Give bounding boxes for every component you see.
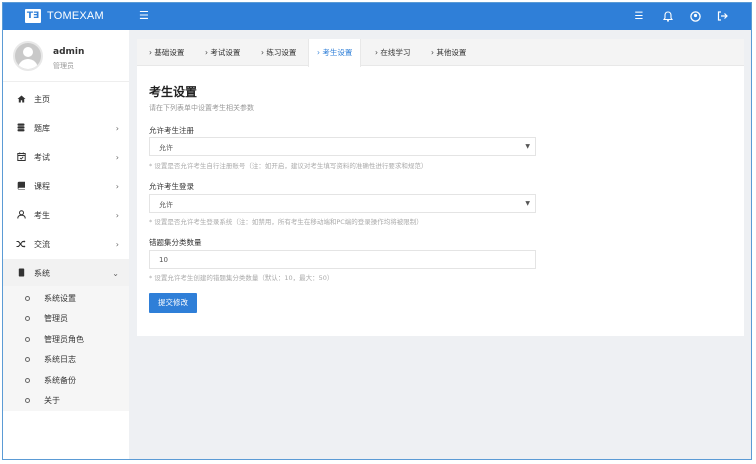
menu-icon[interactable]: ☰ (139, 10, 151, 22)
sidebar-subitem-label: 系统备份 (44, 376, 76, 385)
sidebar-item-home[interactable]: 主页 (3, 85, 129, 114)
sidebar-item-label: 主页 (34, 95, 50, 104)
circle-icon (25, 378, 30, 383)
sidebar-subitem-system-settings[interactable]: 系统设置 (3, 288, 129, 309)
page-title: 考生设置 (149, 85, 198, 99)
field-label: 允许考生登录 (149, 182, 194, 191)
sidebar-subitem-label: 关于 (44, 396, 60, 405)
sidebar-item-exam[interactable]: 考试 › (3, 143, 129, 172)
avatar[interactable] (13, 41, 43, 71)
sidebar-subitem-system-backup[interactable]: 系统备份 (3, 370, 129, 391)
sidebar-item-question-bank[interactable]: 题库 › (3, 114, 129, 143)
tab-online-learning[interactable]: › 在线学习 (367, 39, 418, 66)
user-icon (16, 210, 26, 221)
field-help: * 设置允许考生创建的错题集分类数量（默认：10，最大：50） (149, 274, 334, 282)
sidebar-subitem-system-log[interactable]: 系统日志 (3, 349, 129, 370)
sidebar-item-exchange[interactable]: 交流 › (3, 230, 129, 259)
select-value: 允许 (159, 201, 173, 209)
sidebar-item-label: 考试 (34, 153, 50, 162)
user-role: 管理员 (53, 62, 74, 70)
database-icon (16, 123, 26, 134)
tab-practice-settings[interactable]: › 练习设置 (253, 39, 304, 66)
input-value: 10 (159, 256, 168, 264)
sidebar-item-label: 交流 (34, 240, 50, 249)
submit-button[interactable]: 提交修改 (149, 293, 197, 313)
sidebar-item-student[interactable]: 考生 › (3, 201, 129, 230)
chevron-right-icon: › (115, 153, 119, 162)
circle-icon (25, 357, 30, 362)
logo-icon: T∃ (25, 9, 41, 23)
sidebar: admin 管理员 主页 题库 › 考试 › 课程 › 考生 › 交流 › 系统… (3, 30, 129, 459)
user-panel: admin 管理员 (3, 30, 129, 82)
circle-icon (25, 337, 30, 342)
allow-login-select[interactable]: 允许 ▼ (149, 194, 536, 213)
app-frame: T∃ TOMEXAM ☰ ☰ admin 管理员 主页 题库 › 考试 › 课程… (2, 2, 752, 460)
select-value: 允许 (159, 144, 173, 152)
field-label: 允许考生注册 (149, 126, 194, 135)
home-icon (16, 95, 26, 105)
brand-name: TOMEXAM (47, 10, 104, 22)
sidebar-item-system[interactable]: 系统 ⌄ (3, 259, 129, 288)
circle-icon (25, 296, 30, 301)
chevron-right-icon: › (115, 124, 119, 133)
sidebar-subitem-label: 系统设置 (44, 294, 76, 303)
brand[interactable]: T∃ TOMEXAM (25, 9, 104, 23)
user-name: admin (53, 47, 85, 57)
chevron-right-icon: › (115, 240, 119, 249)
top-bar: T∃ TOMEXAM ☰ ☰ (3, 3, 751, 30)
chevron-right-icon: › (115, 211, 119, 220)
field-help: * 设置是否允许考生自行注册账号（注：如开启，建议对考生填写资料的准确性进行要求… (149, 162, 428, 170)
sidebar-subitem-label: 管理员 (44, 314, 68, 323)
user-circle-icon[interactable] (689, 11, 701, 23)
bell-icon[interactable] (662, 11, 674, 23)
sidebar-subitem-admin-roles[interactable]: 管理员角色 (3, 329, 129, 350)
system-submenu: 系统设置 管理员 管理员角色 系统日志 系统备份 关于 (3, 286, 129, 411)
sidebar-subitem-label: 管理员角色 (44, 335, 84, 344)
tab-student-settings[interactable]: › 考生设置 (308, 39, 362, 67)
caret-down-icon: ▼ (525, 200, 530, 207)
page-description: 请在下列表单中设置考生相关参数 (149, 104, 254, 112)
tab-exam-settings[interactable]: › 考试设置 (197, 39, 248, 66)
allow-register-select[interactable]: 允许 ▼ (149, 137, 536, 156)
shuffle-icon (16, 239, 26, 250)
settings-tabs: › 基础设置 › 考试设置 › 练习设置 › 考生设置 › 在线学习 › 其他设… (137, 39, 744, 67)
sidebar-subitem-about[interactable]: 关于 (3, 390, 129, 411)
sidebar-item-label: 考生 (34, 211, 50, 220)
sidebar-subitem-admins[interactable]: 管理员 (3, 308, 129, 329)
settings-card: › 基础设置 › 考试设置 › 练习设置 › 考生设置 › 在线学习 › 其他设… (137, 39, 744, 336)
sidebar-subitem-label: 系统日志 (44, 355, 76, 364)
sidebar-item-course[interactable]: 课程 › (3, 172, 129, 201)
circle-icon (25, 316, 30, 321)
logout-icon[interactable] (716, 11, 728, 23)
calendar-icon (16, 152, 26, 163)
circle-icon (25, 398, 30, 403)
tab-basic-settings[interactable]: › 基础设置 (141, 39, 192, 66)
system-icon (16, 268, 26, 279)
tab-other-settings[interactable]: › 其他设置 (423, 39, 474, 66)
sidebar-item-label: 题库 (34, 124, 50, 133)
sidebar-item-label: 课程 (34, 182, 50, 191)
chevron-right-icon: › (115, 182, 119, 191)
sidebar-item-label: 系统 (34, 269, 50, 278)
list-icon[interactable]: ☰ (633, 11, 645, 23)
caret-down-icon: ▼ (525, 143, 530, 150)
field-label: 错题集分类数量 (149, 238, 202, 247)
wrong-set-count-input[interactable]: 10 (149, 250, 536, 269)
chevron-down-icon: ⌄ (112, 269, 119, 278)
book-icon (16, 181, 26, 192)
field-help: * 设置是否允许考生登录系统（注：如禁用，所有考生在移动端和PC端的登录操作均将… (149, 218, 423, 226)
